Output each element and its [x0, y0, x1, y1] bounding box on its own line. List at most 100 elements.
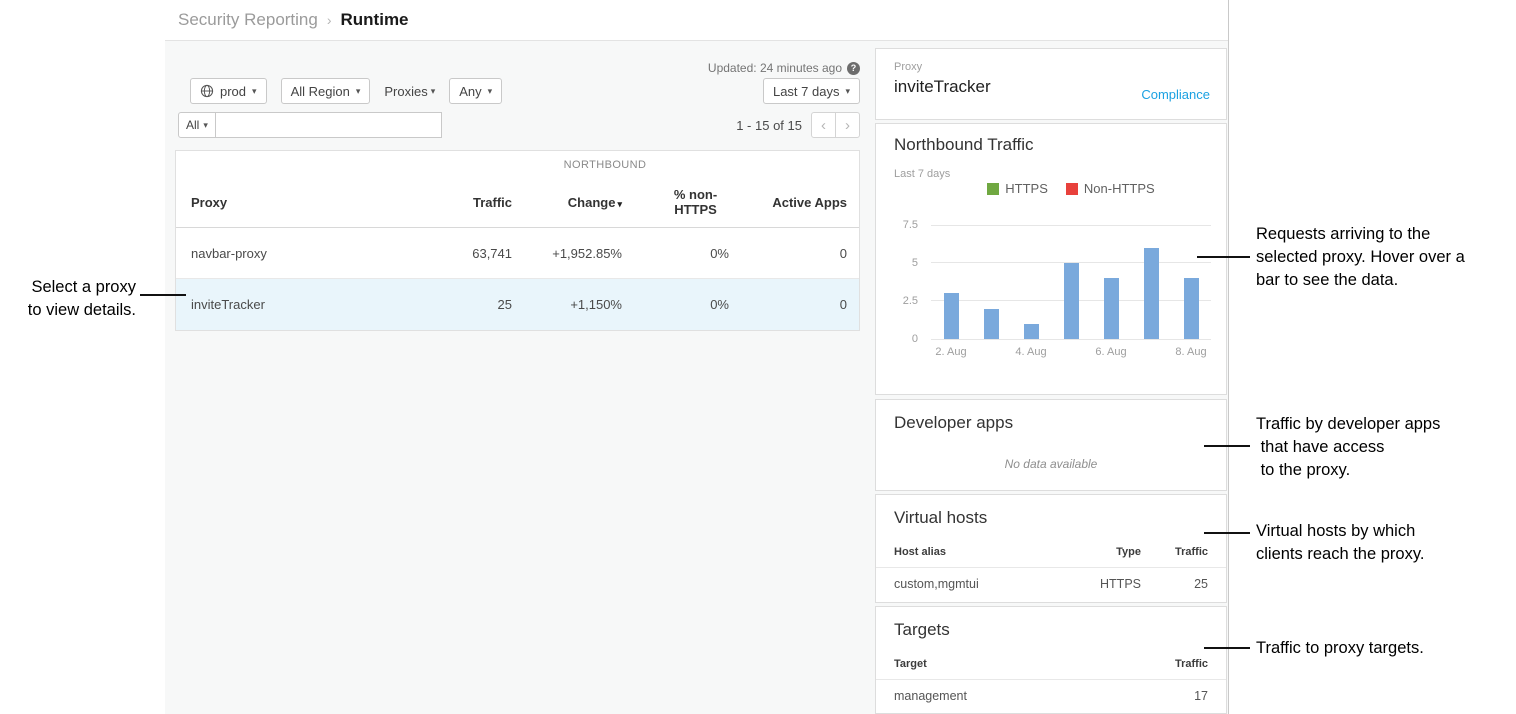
annotation-connector-line [1204, 445, 1250, 447]
annotation-select-proxy: Select a proxy to view details. [0, 276, 136, 322]
any-dropdown[interactable]: Any ▾ [449, 78, 502, 104]
targets-header-row: Target Traffic [876, 653, 1226, 680]
cell-proxy-name: navbar-proxy [176, 246, 426, 261]
cell-change: +1,952.85% [527, 246, 637, 261]
chart-bar-3-aug[interactable] [984, 309, 999, 339]
annotation-connector-line [140, 294, 186, 296]
chart-bar-5-aug[interactable] [1064, 263, 1079, 339]
annotation-connector-line [1204, 647, 1250, 649]
cell-traffic: 63,741 [426, 246, 527, 261]
cell-active-apps: 0 [744, 297, 859, 312]
group-header-northbound: NORTHBOUND [426, 159, 859, 171]
search-bar: All ▾ [178, 112, 442, 138]
any-dropdown-label: Any [459, 84, 481, 99]
section-title-northbound-traffic: Northbound Traffic [894, 135, 1034, 155]
legend-label-non-https: Non-HTTPS [1084, 181, 1155, 196]
search-input[interactable] [215, 112, 442, 138]
legend-item-non-https: Non-HTTPS [1066, 181, 1155, 196]
annotation-targets: Traffic to proxy targets. [1256, 637, 1424, 660]
chart-x-tick-label [971, 346, 1011, 358]
chart-x-tick-label: 4. Aug [1011, 346, 1051, 358]
annotation-connector-line [1204, 532, 1250, 534]
chart-y-tick-label: 2.5 [903, 295, 918, 307]
help-icon[interactable]: ? [847, 62, 860, 75]
column-header-proxy[interactable]: Proxy [176, 195, 426, 210]
virtual-hosts-header-row: Host alias Type Traffic [876, 541, 1226, 568]
caret-down-icon: ▾ [356, 87, 361, 96]
sort-desc-icon: ▾ [617, 199, 622, 209]
proxy-table: NORTHBOUND Proxy Traffic Change▾ % non-H… [175, 150, 860, 331]
breadcrumb: Security Reporting › Runtime [178, 7, 409, 33]
chart-bars [931, 225, 1211, 339]
cell-host-alias: custom,mgmtui [894, 577, 1066, 591]
page-title: Runtime [341, 10, 409, 30]
filter-toolbar: prod ▾ All Region ▾ Proxies ▾ Any ▾ [190, 78, 502, 104]
table-group-header-row: NORTHBOUND [176, 151, 859, 178]
caret-down-icon: ▾ [845, 87, 850, 96]
proxy-table-row[interactable]: navbar-proxy 63,741 +1,952.85% 0% 0 [176, 228, 859, 279]
chart-x-axis: 2. Aug4. Aug6. Aug8. Aug [931, 346, 1211, 358]
proxies-dropdown-label: Proxies [384, 84, 427, 99]
chart-bar-8-aug[interactable] [1184, 278, 1199, 339]
column-header-change[interactable]: Change▾ [527, 195, 637, 210]
chart-x-tick-label [1051, 346, 1091, 358]
region-dropdown-label: All Region [291, 84, 350, 99]
caret-down-icon: ▾ [431, 87, 436, 96]
detail-proxy-label: Proxy [876, 49, 1226, 73]
chart-x-tick-label: 8. Aug [1171, 346, 1211, 358]
column-header-traffic: Traffic [1141, 546, 1208, 558]
chart-bar-4-aug[interactable] [1024, 324, 1039, 339]
pagination-range-text: 1 - 15 of 15 [736, 118, 802, 133]
date-range-dropdown[interactable]: Last 7 days ▾ [763, 78, 860, 104]
screenshot-right-border [1228, 0, 1229, 714]
cell-non-https: 0% [637, 297, 744, 312]
cell-target: management [894, 689, 1141, 703]
chart-y-axis: 7.552.50 [876, 225, 926, 339]
legend-swatch-https-icon [987, 183, 999, 195]
column-header-non-https[interactable]: % non-HTTPS [637, 188, 744, 218]
target-row: management 17 [876, 680, 1226, 712]
header-divider [165, 40, 1228, 41]
globe-icon [200, 84, 214, 98]
column-header-active-apps[interactable]: Active Apps [744, 195, 859, 210]
annotation-connector-line [1197, 256, 1250, 258]
column-header-change-label: Change [568, 195, 616, 210]
proxy-table-row[interactable]: inviteTracker 25 +1,150% 0% 0 [176, 279, 859, 330]
chart-x-tick-label: 6. Aug [1091, 346, 1131, 358]
breadcrumb-link-security-reporting[interactable]: Security Reporting [178, 10, 318, 30]
virtual-host-row: custom,mgmtui HTTPS 25 [876, 568, 1226, 600]
chart-subtitle: Last 7 days [894, 168, 950, 180]
chart-bar-2-aug[interactable] [944, 293, 959, 339]
cell-traffic: 25 [426, 297, 527, 312]
legend-swatch-non-https-icon [1066, 183, 1078, 195]
cell-type: HTTPS [1066, 577, 1141, 591]
column-header-traffic[interactable]: Traffic [426, 195, 527, 210]
prev-page-button[interactable]: ‹ [811, 112, 836, 138]
cell-traffic: 17 [1141, 689, 1208, 703]
chart-bar-slot [1011, 225, 1051, 339]
legend-item-https: HTTPS [987, 181, 1048, 196]
chart-bar-slot [1091, 225, 1131, 339]
chart-bar-slot [1051, 225, 1091, 339]
cell-traffic: 25 [1141, 577, 1208, 591]
search-scope-dropdown[interactable]: All ▾ [178, 112, 216, 138]
targets-card: Targets Target Traffic management 17 [875, 606, 1227, 714]
column-header-target: Target [894, 658, 1141, 670]
environment-dropdown[interactable]: prod ▾ [190, 78, 267, 104]
next-page-button[interactable]: › [835, 112, 860, 138]
legend-label-https: HTTPS [1005, 181, 1048, 196]
chart-bar-6-aug[interactable] [1104, 278, 1119, 339]
chart-y-tick-label: 7.5 [903, 219, 918, 231]
column-header-traffic: Traffic [1141, 658, 1208, 670]
updated-text: Updated: 24 minutes ago [708, 61, 842, 75]
proxies-dropdown[interactable]: Proxies ▾ [384, 84, 435, 99]
region-dropdown[interactable]: All Region ▾ [281, 78, 371, 104]
compliance-link[interactable]: Compliance [1141, 87, 1210, 102]
section-title-virtual-hosts: Virtual hosts [876, 495, 1226, 528]
chart-bar-7-aug[interactable] [1144, 248, 1159, 339]
cell-non-https: 0% [637, 246, 744, 261]
caret-down-icon: ▾ [252, 87, 257, 96]
chart-bar-slot [971, 225, 1011, 339]
chart-y-tick-label: 5 [912, 257, 918, 269]
column-header-type: Type [1066, 546, 1141, 558]
